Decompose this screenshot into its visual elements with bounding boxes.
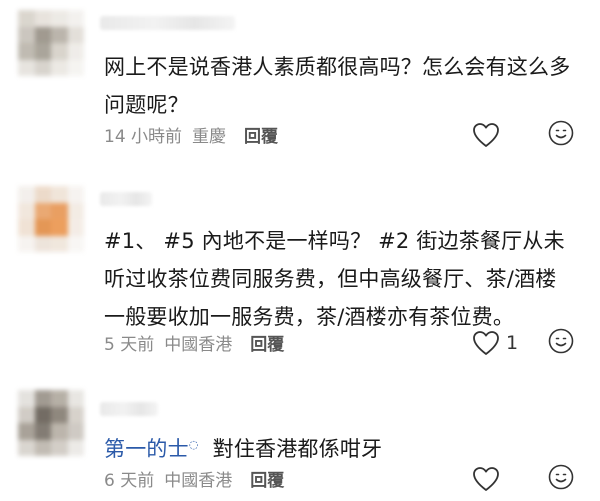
mentioned-user[interactable]: 第一的士 — [104, 437, 189, 461]
location: 中國香港 — [164, 470, 233, 491]
smiley-face-icon — [548, 120, 574, 146]
like-button[interactable] — [472, 466, 532, 492]
username[interactable] — [100, 16, 235, 30]
location: 重慶 — [192, 126, 227, 147]
comment-text: 网上不是说香港人素质都很高吗？怎么会有这么多问题呢？ — [104, 55, 571, 117]
comment-actions: 1 — [472, 328, 574, 358]
smiley-face-icon — [548, 328, 574, 354]
reply-button[interactable]: 回覆 — [244, 122, 278, 147]
timestamp: 6 天前 — [104, 470, 155, 491]
reaction-button[interactable] — [548, 328, 574, 358]
comment-actions — [472, 120, 574, 150]
comment-actions — [472, 464, 574, 494]
reply-button[interactable]: 回覆 — [250, 330, 284, 355]
like-button[interactable]: 1 — [472, 330, 532, 356]
like-button[interactable] — [472, 122, 532, 148]
timestamp: 5 天前 — [104, 334, 155, 355]
reply-button[interactable]: 回覆 — [250, 466, 284, 491]
heart-outline-icon — [473, 331, 499, 355]
heart-outline-icon — [473, 467, 499, 491]
smiley-face-icon — [548, 464, 574, 490]
comment-text-body: 對住香港都係咁牙 — [212, 437, 383, 461]
username[interactable] — [100, 402, 158, 416]
comment-meta: 14 小時前 重慶 回覆 — [104, 122, 278, 147]
avatar[interactable] — [18, 10, 84, 76]
comment-meta: 5 天前 中國香港 回覆 — [104, 330, 284, 355]
username[interactable] — [100, 192, 152, 206]
comment-text: 第一的士◌ 對住香港都係咁牙 — [104, 426, 574, 468]
location: 中國香港 — [164, 334, 233, 355]
avatar[interactable] — [18, 390, 84, 456]
like-count: 1 — [506, 332, 519, 354]
reaction-button[interactable] — [548, 120, 574, 150]
reaction-button[interactable] — [548, 464, 574, 494]
comment-text: #1、 #5 內地不是一样吗？ #2 街边茶餐厅从未听过收茶位费同服务费，但中高… — [104, 229, 565, 329]
comment-meta: 6 天前 中國香港 回覆 — [104, 466, 284, 491]
mention-icon: ◌ — [188, 438, 199, 451]
avatar[interactable] — [18, 186, 84, 252]
heart-outline-icon — [473, 123, 499, 147]
timestamp: 14 小時前 — [104, 126, 183, 147]
